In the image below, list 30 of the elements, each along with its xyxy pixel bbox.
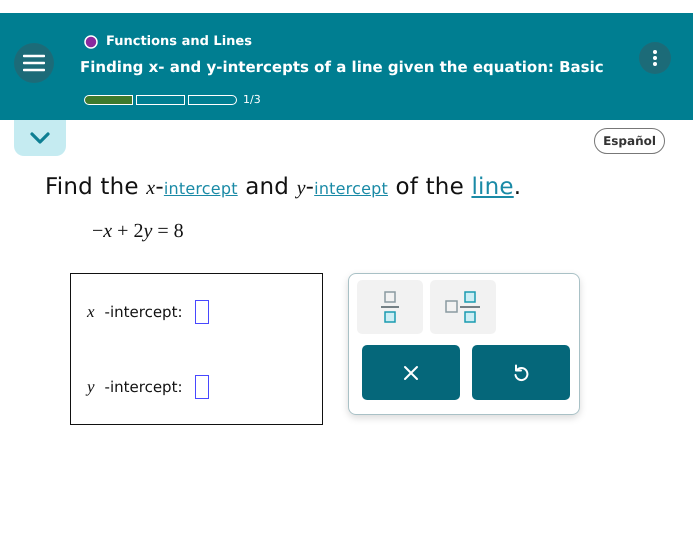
mixed-number-button[interactable] (430, 280, 496, 334)
fraction-button[interactable] (357, 280, 423, 334)
intercept-label: -intercept: (104, 302, 183, 320)
close-icon (403, 364, 419, 380)
variable-label: x (87, 302, 95, 322)
chevron-down-icon (29, 131, 51, 145)
undo-icon (513, 364, 529, 382)
more-options-icon (652, 49, 658, 67)
menu-icon (23, 54, 45, 72)
glossary-link[interactable]: intercept (164, 179, 238, 198)
intercept-label: -intercept: (104, 378, 183, 396)
glossary-link[interactable]: intercept (314, 179, 388, 198)
answer-box[interactable] (194, 300, 209, 324)
topic-title: Functions and Lines (106, 34, 252, 49)
mixed-number-icon (444, 290, 482, 324)
undo-button[interactable] (472, 345, 570, 400)
variable-label: y (87, 376, 95, 396)
glossary-link[interactable]: line (471, 174, 514, 200)
equation: −x + 2y = 8 (92, 220, 184, 243)
clear-button[interactable] (362, 345, 460, 400)
answer-box[interactable] (194, 374, 209, 398)
topic-dot-icon (84, 34, 98, 48)
more-options-button[interactable] (639, 42, 671, 74)
lesson-title: Finding x- and y-intercepts of a line given the equation: Basic (80, 58, 605, 76)
progress-count: 1/3 (243, 93, 261, 106)
collapse-tab[interactable] (14, 120, 66, 156)
fraction-icon (379, 290, 401, 324)
language-button[interactable]: Español (594, 128, 665, 154)
question-text: Find the x-intercept and y-intercept of the line. (45, 173, 522, 202)
menu-button[interactable] (14, 43, 54, 83)
